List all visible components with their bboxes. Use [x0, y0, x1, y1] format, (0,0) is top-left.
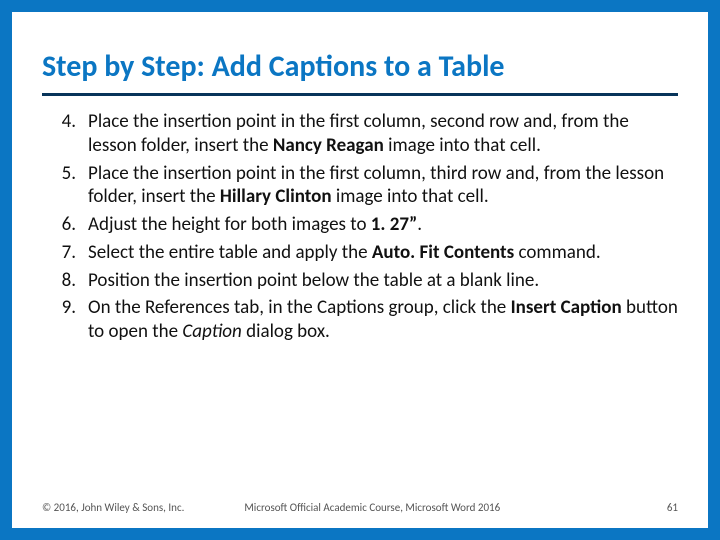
- step-text: .: [417, 213, 422, 236]
- list-item: Place the insertion point in the first c…: [42, 110, 678, 158]
- step-bold: 1. 27”: [371, 213, 418, 236]
- step-list: Place the insertion point in the first c…: [42, 110, 678, 344]
- step-text: Select the entire table and apply the: [88, 241, 372, 264]
- step-text: image into that cell.: [332, 185, 489, 208]
- list-item: Select the entire table and apply the Au…: [42, 241, 678, 265]
- list-item: On the References tab, in the Captions g…: [42, 296, 678, 344]
- footer-page-number: 61: [667, 501, 678, 514]
- step-text: command.: [514, 241, 600, 264]
- step-bold: Auto. Fit Contents: [372, 241, 514, 264]
- step-bold: Insert Caption: [511, 296, 622, 319]
- list-item: Adjust the height for both images to 1. …: [42, 213, 678, 237]
- step-bold: Nancy Reagan: [273, 134, 384, 157]
- slide-title: Step by Step: Add Captions to a Table: [42, 50, 678, 96]
- list-item: Position the insertion point below the t…: [42, 269, 678, 293]
- footer-copyright: © 2016, John Wiley & Sons, Inc.: [42, 501, 184, 514]
- step-bold: Hillary Clinton: [220, 185, 332, 208]
- slide-footer: © 2016, John Wiley & Sons, Inc. Microsof…: [42, 501, 678, 514]
- step-italic: Caption: [182, 320, 242, 343]
- slide-frame: Step by Step: Add Captions to a Table Pl…: [0, 0, 720, 540]
- footer-course: Microsoft Official Academic Course, Micr…: [184, 501, 666, 514]
- step-text: Adjust the height for both images to: [88, 213, 371, 236]
- step-text: On the References tab, in the Captions g…: [88, 296, 511, 319]
- step-text: image into that cell.: [384, 134, 541, 157]
- step-text: Position the insertion point below the t…: [88, 269, 539, 292]
- slide-content: Step by Step: Add Captions to a Table Pl…: [12, 12, 708, 528]
- list-item: Place the insertion point in the first c…: [42, 162, 678, 210]
- step-text: dialog box.: [242, 320, 330, 343]
